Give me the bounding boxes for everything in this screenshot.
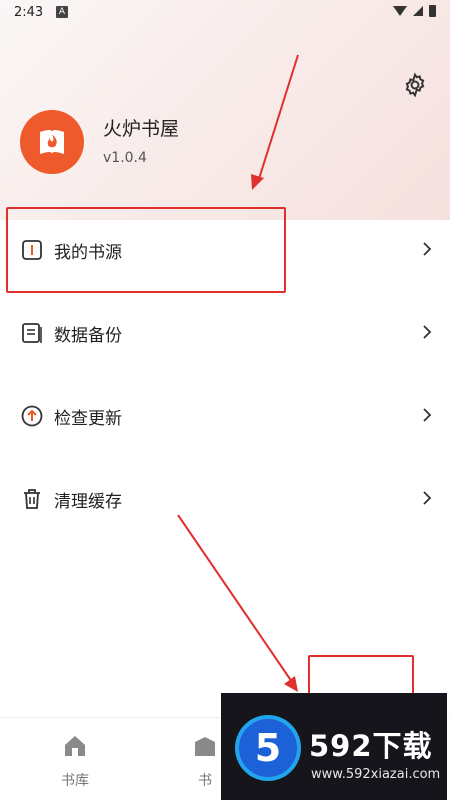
trash-icon [24,489,40,509]
menu-label: 清理缓存 [54,492,122,512]
nav-item-shelf[interactable]: 书 [190,734,220,790]
arrowhead-icon [284,676,298,692]
highlight-box-book-source [6,207,286,293]
header-background [0,0,450,220]
menu-label: 检查更新 [54,409,122,429]
battery-icon [429,5,436,17]
chevron-right-icon [423,408,432,422]
wifi-icon [393,6,407,16]
status-indicators [393,5,436,17]
signal-icon [413,6,423,16]
watermark-logo: 5 [239,719,297,777]
status-bar: 2:43 A [0,0,450,28]
flame-book-icon [40,130,64,154]
app-version: v1.0.4 [103,150,147,166]
home-icon [65,736,85,756]
chevron-right-icon [423,325,432,339]
status-time: 2:43 [14,5,44,20]
notification-icon: A [56,6,68,18]
menu-item-check-update[interactable]: 检查更新 [0,386,450,446]
watermark-title: 592下载 [309,729,433,763]
app-name: 火炉书屋 [103,118,180,140]
watermark-banner: 5 592下载 www.592xiazai.com [221,693,447,800]
chevron-right-icon [423,491,432,505]
update-icon [21,405,43,427]
shelf-icon [195,737,215,756]
arrow-to-nav-item [177,514,293,683]
nav-label: 书库 [61,773,89,789]
menu-item-clear-cache[interactable]: 清理缓存 [0,469,450,529]
chevron-right-icon [423,242,432,256]
nav-item-library[interactable]: 书库 [45,734,105,790]
settings-gear-icon[interactable] [402,72,428,98]
watermark-url: www.592xiazai.com [311,767,441,782]
nav-label: 书 [198,773,212,789]
app-logo [20,110,84,174]
menu-item-data-backup[interactable]: 数据备份 [0,303,450,363]
backup-icon [22,323,42,343]
menu-label: 数据备份 [54,326,122,346]
